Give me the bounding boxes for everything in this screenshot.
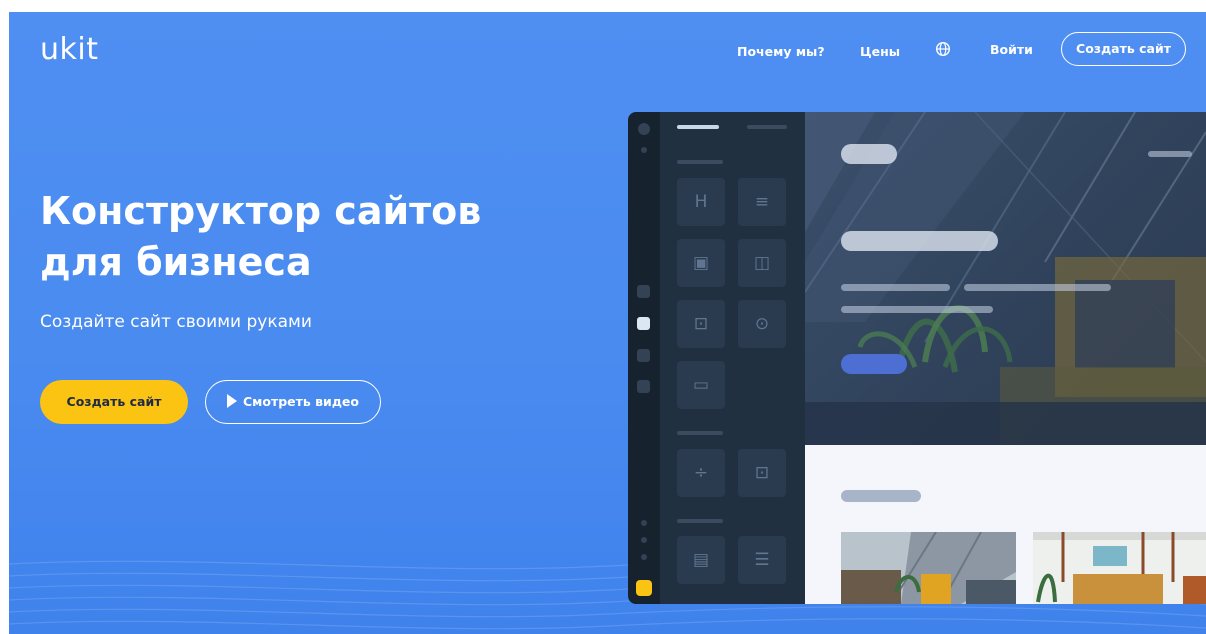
rail-dot (641, 147, 647, 153)
spacer-block-icon: ⊡ (738, 449, 786, 497)
preview-thumbnail-1 (841, 532, 1016, 604)
button-block-icon: ▭ (677, 361, 725, 409)
globe-icon[interactable] (935, 41, 951, 57)
watch-video-label: Смотреть видео (243, 394, 359, 409)
panel-tab-active (677, 125, 719, 129)
preview-thumbnail-2 (1033, 532, 1206, 604)
preview-text-placeholder (964, 284, 1111, 291)
video-block-icon: ⊙ (738, 300, 786, 348)
rail-square (637, 285, 650, 298)
rail-square (637, 349, 650, 362)
rail-square (637, 380, 650, 393)
gallery-block-icon: ◫ (738, 239, 786, 287)
nav-why-us-link[interactable]: Почему мы? (737, 44, 825, 59)
nav-login-link[interactable]: Войти (990, 42, 1033, 57)
preview-section-heading (841, 490, 921, 502)
rail-dot (641, 520, 647, 526)
hero-photo (805, 112, 1206, 445)
preview-logo-placeholder (841, 144, 897, 164)
form-block-icon: ▤ (677, 536, 725, 584)
hero-title-line-2: для бизнеса (40, 240, 312, 284)
panel-section-divider (677, 519, 723, 523)
landing-page: ukit Почему мы? Цены Войти Создать сайт … (9, 12, 1206, 634)
preview-text-placeholder (841, 284, 950, 291)
heading-block-icon: H (677, 178, 725, 226)
rail-dot (641, 537, 647, 543)
preview-button-placeholder (841, 354, 907, 374)
nav-prices-link[interactable]: Цены (860, 44, 900, 59)
site-preview-canvas (805, 112, 1206, 604)
text-block-icon: ≡ (738, 178, 786, 226)
header-create-site-button[interactable]: Создать сайт (1061, 32, 1186, 66)
hero-subtitle: Создайте сайт своими руками (40, 312, 312, 332)
rail-dot (641, 554, 647, 560)
create-site-button[interactable]: Создать сайт (40, 380, 188, 424)
image-block-icon: ▣ (677, 239, 725, 287)
preview-title-placeholder (841, 231, 998, 251)
editor-side-rail (628, 112, 660, 604)
rail-avatar-dot (638, 123, 650, 135)
blocks-panel: H ≡ ▣ ◫ ⊡ ⊙ ▭ ÷ ⊡ ▤ ☰ (660, 112, 805, 604)
rail-square-active (637, 317, 650, 330)
panel-section-divider (677, 431, 723, 435)
watch-video-button[interactable]: Смотреть видео (205, 380, 381, 424)
panel-section-divider (677, 160, 723, 164)
slider-block-icon: ⊡ (677, 300, 725, 348)
editor-mockup: H ≡ ▣ ◫ ⊡ ⊙ ▭ ÷ ⊡ ▤ ☰ (628, 112, 1206, 604)
preview-lower-section (805, 445, 1206, 604)
ukit-logo[interactable]: ukit (40, 32, 98, 67)
rail-yellow-button (636, 580, 652, 596)
panel-tab (747, 125, 787, 129)
divider-block-icon: ÷ (677, 449, 725, 497)
list-block-icon: ☰ (738, 536, 786, 584)
play-icon (227, 394, 237, 408)
hero-title: Конструктор сайтов для бизнеса (40, 186, 481, 288)
preview-menu-placeholder (1148, 151, 1192, 157)
preview-text-placeholder (841, 306, 993, 313)
hero-title-line-1: Конструктор сайтов (40, 189, 482, 233)
